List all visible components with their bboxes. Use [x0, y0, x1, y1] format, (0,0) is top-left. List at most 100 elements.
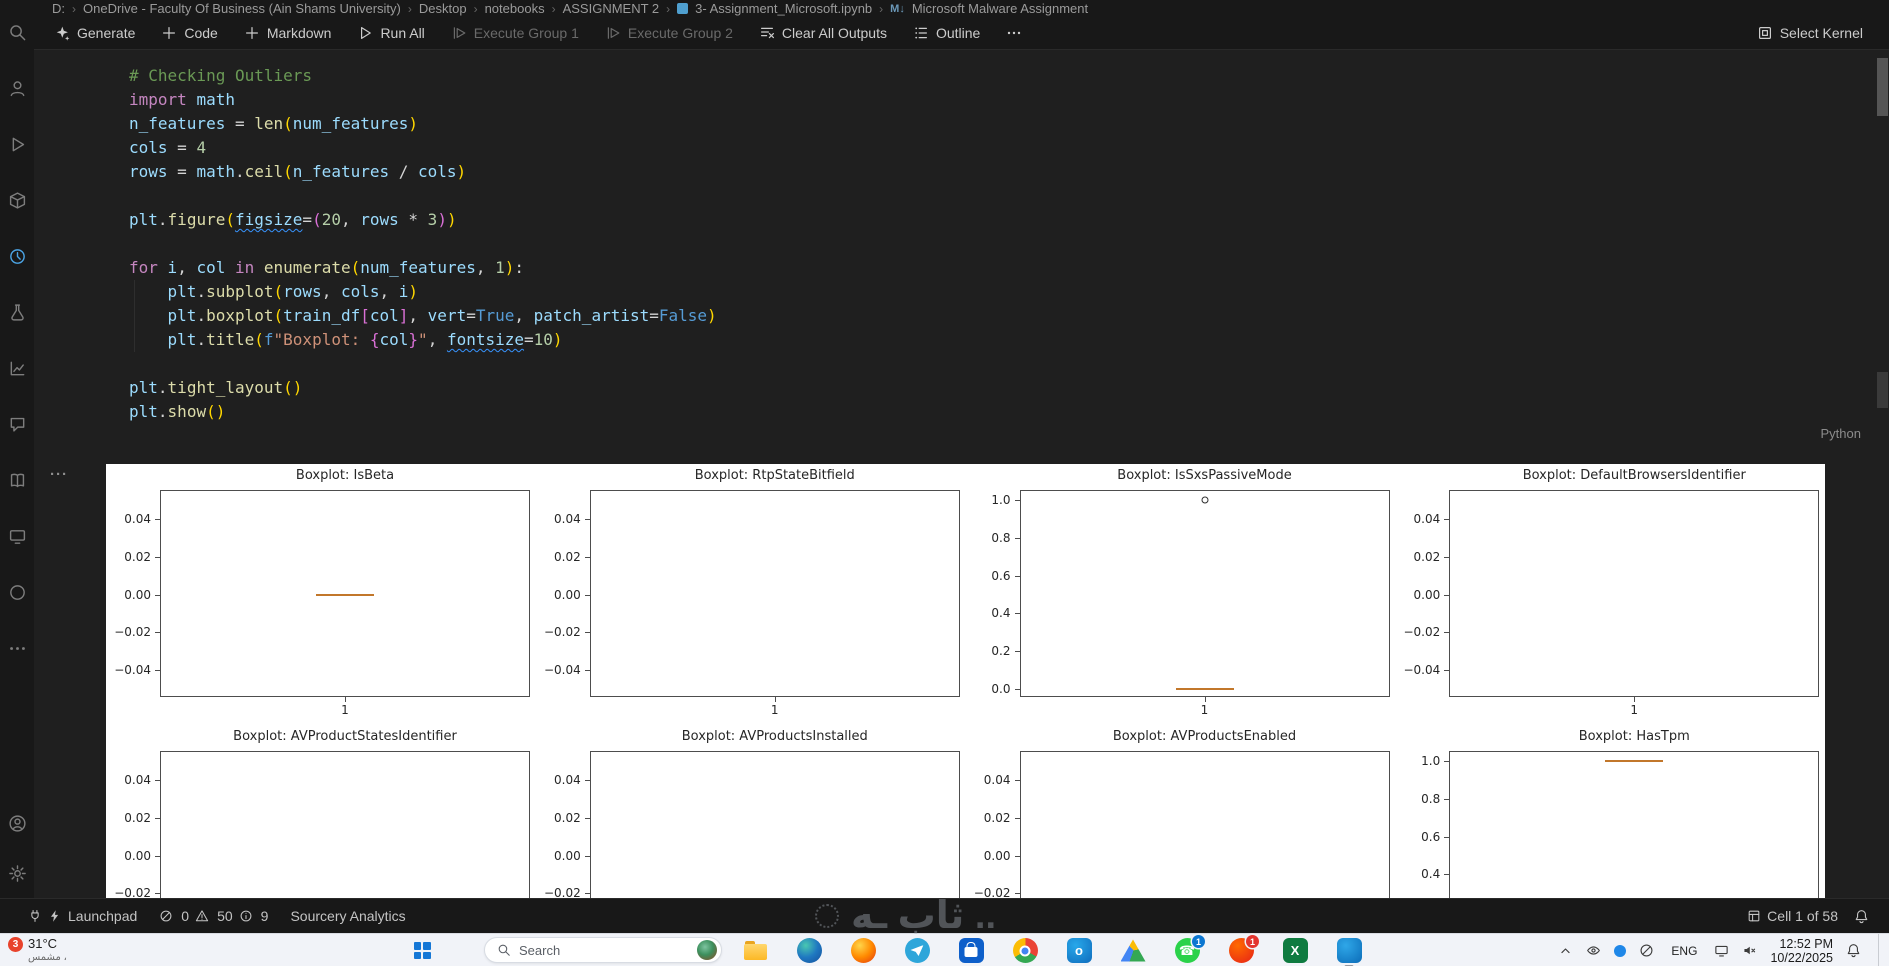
- start-button[interactable]: [405, 934, 439, 966]
- eye-icon[interactable]: [1586, 943, 1601, 958]
- store-taskbar-button[interactable]: [944, 934, 998, 966]
- editor-scrollbar[interactable]: [1876, 50, 1889, 898]
- weather-condition-label: مشمس ،: [28, 952, 67, 963]
- drive-taskbar-button[interactable]: [1106, 934, 1160, 966]
- breadcrumb-segment[interactable]: ASSIGNMENT 2: [563, 1, 660, 16]
- person-icon[interactable]: [0, 60, 34, 116]
- monitor-icon[interactable]: [0, 508, 34, 564]
- y-tick-mark: [1014, 500, 1021, 502]
- code-line[interactable]: # Checking Outliers: [129, 64, 717, 88]
- breadcrumb-segment[interactable]: D:: [52, 1, 65, 16]
- show-desktop-button[interactable]: [1878, 934, 1883, 966]
- generate-button[interactable]: Generate: [44, 20, 145, 46]
- info-icon: [239, 909, 253, 923]
- kernel-icon: [1757, 25, 1773, 41]
- cell-language-label[interactable]: Python: [1821, 426, 1861, 441]
- code-line[interactable]: plt.figure(figsize=(20, rows * 3)): [129, 208, 717, 232]
- graph-icon[interactable]: [0, 340, 34, 396]
- code-line[interactable]: plt.boxplot(train_df[col], vert=True, pa…: [129, 304, 717, 328]
- code-line[interactable]: import math: [129, 88, 717, 112]
- run-all-label: Run All: [380, 25, 425, 41]
- flask-icon[interactable]: [0, 284, 34, 340]
- firefox-taskbar-button[interactable]: [836, 934, 890, 966]
- code-cell[interactable]: # Checking Outliers import math n_features…: [129, 64, 717, 424]
- cell-indicator[interactable]: Cell 1 of 58: [1747, 908, 1838, 924]
- package-icon[interactable]: [0, 172, 34, 228]
- whatsapp-taskbar-button[interactable]: ☎ 1: [1160, 934, 1214, 966]
- volume-muted-icon[interactable]: [1742, 943, 1757, 958]
- scrollbar-thumb[interactable]: [1877, 58, 1888, 116]
- file-explorer-icon: [743, 938, 768, 963]
- code-line[interactable]: for i, col in enumerate(num_features, 1)…: [129, 256, 717, 280]
- add-code-button[interactable]: Code: [151, 20, 227, 46]
- code-line[interactable]: [129, 232, 717, 256]
- chrome-taskbar-button[interactable]: [998, 934, 1052, 966]
- code-line[interactable]: plt.subplot(rows, cols, i): [129, 280, 717, 304]
- code-line[interactable]: plt.tight_layout(): [129, 376, 717, 400]
- firefox-icon: [850, 938, 876, 963]
- y-tick-label: 0.04: [983, 773, 1011, 788]
- execute-group-2-button: Execute Group 2: [595, 20, 743, 46]
- telegram-taskbar-button[interactable]: [890, 934, 944, 966]
- search-icon[interactable]: [0, 4, 34, 60]
- run-all-button[interactable]: Run All: [347, 20, 434, 46]
- circle-icon[interactable]: [0, 564, 34, 620]
- scrollbar-mark: [1877, 372, 1888, 408]
- breadcrumb-segment[interactable]: Desktop: [419, 1, 467, 16]
- notifications-bell-icon[interactable]: [1854, 909, 1869, 924]
- taskbar-search[interactable]: Search: [484, 937, 722, 963]
- code-line[interactable]: rows = math.ceil(n_features / cols): [129, 160, 717, 184]
- subplot: Boxplot: RtpStateBitfield 0.04 0.02 0.00 −0.…: [536, 464, 966, 725]
- ellipsis-icon[interactable]: [0, 620, 34, 676]
- file-explorer-taskbar-button[interactable]: [728, 934, 782, 966]
- search-highlight-icon[interactable]: [697, 940, 717, 960]
- vscode-taskbar-button[interactable]: [1322, 934, 1376, 966]
- launchpad-status[interactable]: Launchpad: [28, 908, 137, 924]
- breadcrumb-file[interactable]: 3- Assignment_Microsoft.ipynb: [695, 1, 872, 16]
- hidden-icons-chevron[interactable]: [1558, 943, 1573, 958]
- taskbar-bell-icon[interactable]: [1846, 943, 1861, 958]
- cell-more-actions[interactable]: ···: [50, 466, 68, 483]
- y-tick-label: 0.4: [1421, 867, 1441, 882]
- code-line[interactable]: cols = 4: [129, 136, 717, 160]
- mic-muted-icon[interactable]: [1639, 943, 1654, 958]
- clock-icon[interactable]: [0, 228, 34, 284]
- chat-icon[interactable]: [0, 396, 34, 452]
- edge-taskbar-button[interactable]: [782, 934, 836, 966]
- y-tick-label: −0.02: [543, 886, 581, 898]
- excel-taskbar-button[interactable]: X: [1268, 934, 1322, 966]
- more-actions-button[interactable]: [996, 20, 1032, 46]
- display-icon[interactable]: [1714, 943, 1729, 958]
- code-line[interactable]: plt.title(f"Boxplot: {col}", fontsize=10…: [129, 328, 717, 352]
- code-line[interactable]: [129, 352, 717, 376]
- brave-taskbar-button[interactable]: 1: [1214, 934, 1268, 966]
- outline-button[interactable]: Outline: [903, 20, 990, 46]
- book-icon[interactable]: [0, 452, 34, 508]
- breadcrumb-segment[interactable]: notebooks: [485, 1, 545, 16]
- error-count: 0: [181, 908, 190, 924]
- gear-icon[interactable]: [0, 848, 34, 898]
- code-line[interactable]: n_features = len(num_features): [129, 112, 717, 136]
- weather-widget[interactable]: 3 31°C مشمس ،: [8, 936, 67, 964]
- clear-all-outputs-button[interactable]: Clear All Outputs: [749, 20, 897, 46]
- code-line[interactable]: plt.show(): [129, 400, 717, 424]
- code-line[interactable]: [129, 184, 717, 208]
- sourcery-status[interactable]: Sourcery Analytics: [290, 908, 405, 924]
- problems-status[interactable]: 0 50 9: [159, 908, 268, 924]
- breadcrumb-segment[interactable]: OneDrive - Faculty Of Business (Ain Sham…: [83, 1, 401, 16]
- y-tick-label: 0.0: [991, 681, 1011, 696]
- subplot-title: Boxplot: RtpStateBitfield: [694, 468, 855, 483]
- select-kernel-button[interactable]: Select Kernel: [1747, 20, 1873, 46]
- account-icon[interactable]: [0, 798, 34, 848]
- activity-bar-bottom: [0, 794, 34, 898]
- breadcrumb-heading[interactable]: Microsoft Malware Assignment: [912, 1, 1088, 16]
- y-tick-label: −0.04: [1403, 662, 1441, 677]
- blue-status-icon[interactable]: [1614, 944, 1627, 957]
- play-icon[interactable]: [0, 116, 34, 172]
- clock[interactable]: 12:52 PM 10/22/2025: [1770, 937, 1833, 965]
- add-markdown-button[interactable]: Markdown: [234, 20, 342, 46]
- outlook-taskbar-button[interactable]: o: [1052, 934, 1106, 966]
- y-tick-label: 0.00: [554, 848, 581, 863]
- language-indicator[interactable]: ENG: [1671, 944, 1697, 958]
- store-icon: [958, 938, 984, 963]
